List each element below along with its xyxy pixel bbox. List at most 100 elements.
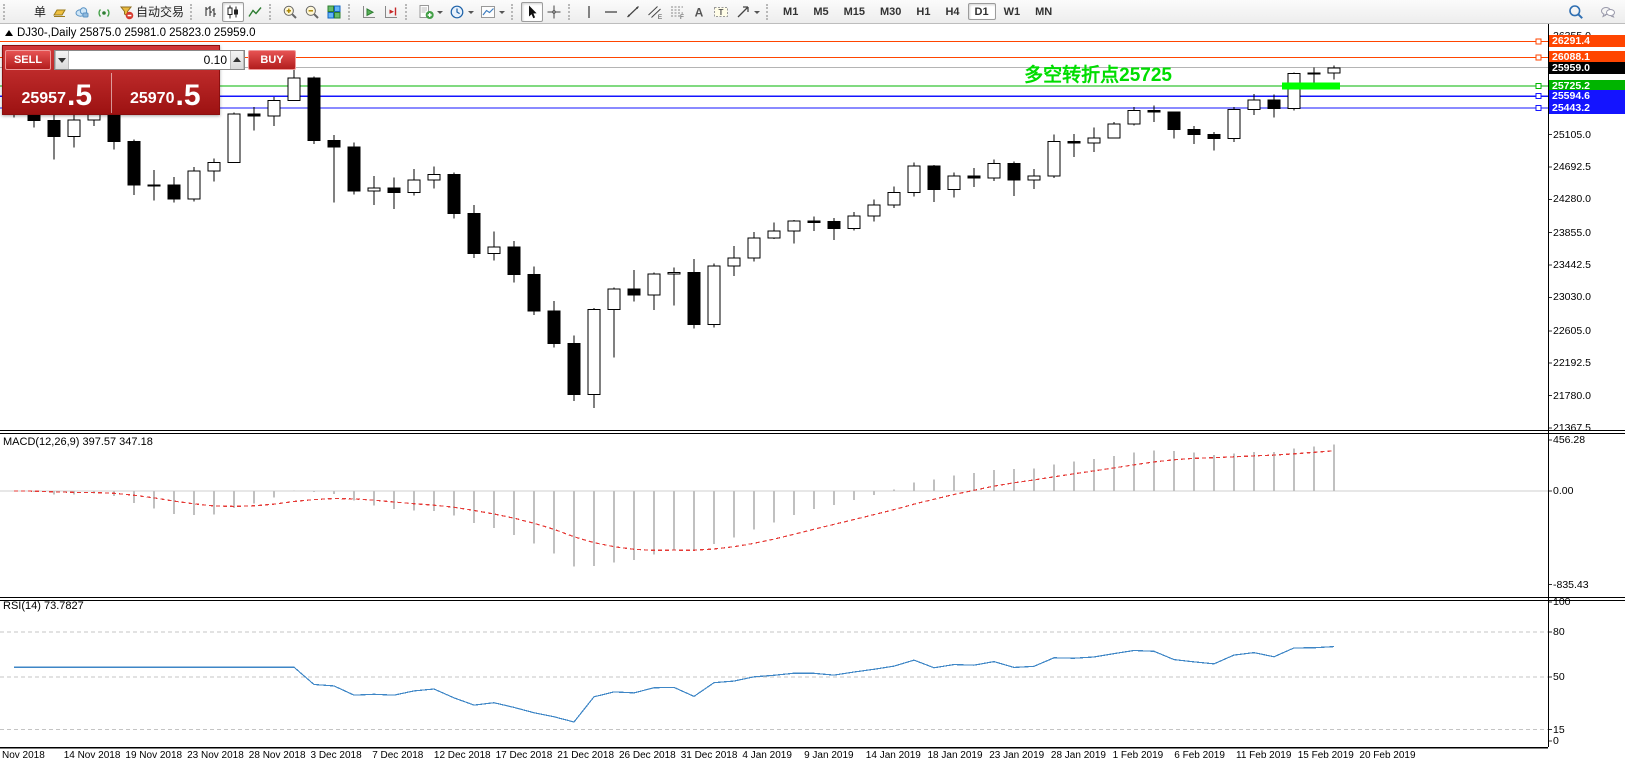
date-tick: 17 Dec 2018: [496, 750, 553, 761]
toolbar-groups: 单 自动交易 EFA T: [0, 2, 763, 22]
chart-canvas[interactable]: [0, 0, 1625, 781]
zoom-out-button[interactable]: [301, 2, 323, 22]
zoom-in-button[interactable]: [279, 2, 301, 22]
chart-shift-icon: [383, 4, 399, 20]
toolbar-button-label: 自动交易: [136, 3, 184, 20]
date-tick: 20 Feb 2019: [1359, 750, 1415, 761]
price-line-label: 25443.2: [1549, 102, 1625, 114]
timeframe-mn[interactable]: MN: [1028, 3, 1059, 20]
text-button[interactable]: A: [688, 2, 710, 22]
timeframe-m30[interactable]: M30: [873, 3, 908, 20]
volume-increase-button[interactable]: [230, 51, 244, 69]
price-tick: 23442.5: [1553, 259, 1591, 271]
auto-scroll-button[interactable]: [358, 2, 380, 22]
svg-text:A: A: [695, 5, 704, 19]
date-tick: 11 Feb 2019: [1236, 750, 1291, 761]
search-button[interactable]: [1565, 2, 1587, 22]
text-icon: A: [691, 4, 707, 20]
date-tick: 4 Jan 2019: [742, 750, 792, 761]
price-line-label: 26291.4: [1549, 35, 1625, 47]
volume-input[interactable]: [69, 51, 230, 69]
price-tick: 23030.0: [1553, 291, 1591, 303]
current-price-label: 25959.0: [1549, 62, 1625, 74]
fibonacci-button[interactable]: F: [666, 2, 688, 22]
auto-scroll-icon: [361, 4, 377, 20]
date-tick: 14 Jan 2019: [866, 750, 921, 761]
timeframe-h4[interactable]: H4: [938, 3, 966, 20]
crosshair-button[interactable]: [543, 2, 565, 22]
chat-button[interactable]: [1597, 2, 1619, 22]
vertical-line-button[interactable]: [578, 2, 600, 22]
toolbar-grip: [766, 4, 772, 20]
equidistant-channel-button[interactable]: E: [644, 2, 666, 22]
date-tick: 1 Feb 2019: [1113, 750, 1164, 761]
sell-button[interactable]: SELL: [5, 50, 51, 70]
timeframe-m15[interactable]: M15: [837, 3, 872, 20]
timeframe-m5[interactable]: M5: [806, 3, 835, 20]
cursor-icon: [524, 4, 540, 20]
tile-windows-icon: [326, 4, 342, 20]
cursor-button[interactable]: [521, 2, 543, 22]
toolbar-grip: [269, 4, 275, 20]
timeframe-h1[interactable]: H1: [909, 3, 937, 20]
arrow-up-icon: [233, 53, 241, 62]
price-tick: 24280.0: [1553, 193, 1591, 205]
gold-icon: [52, 4, 68, 20]
date-tick: 28 Nov 2018: [249, 750, 306, 761]
line-chart-button[interactable]: [244, 2, 266, 22]
timeframe-d1[interactable]: D1: [968, 3, 996, 20]
sell-price-int: 25957: [21, 87, 66, 111]
sell-price: 25957.5: [3, 72, 111, 114]
trendline-icon: [625, 4, 641, 20]
buy-price: 25970.5: [112, 72, 220, 114]
chart-shift-button[interactable]: [380, 2, 402, 22]
toolbar-grip: [190, 4, 196, 20]
autotrading-button[interactable]: 自动交易: [115, 2, 187, 22]
collapse-panel-arrow-icon[interactable]: [5, 30, 13, 36]
trendline-button[interactable]: [622, 2, 644, 22]
date-tick: 6 Feb 2019: [1174, 750, 1225, 761]
toolbar-grip: [348, 4, 354, 20]
signal-icon: [96, 4, 112, 20]
cloud-button[interactable]: [71, 2, 93, 22]
templates-button[interactable]: [477, 2, 508, 22]
periods-button[interactable]: [446, 2, 477, 22]
new-order-button[interactable]: 单: [13, 2, 49, 22]
buy-button[interactable]: BUY: [248, 50, 296, 70]
signals-button[interactable]: [93, 2, 115, 22]
timeframe-m1[interactable]: M1: [776, 3, 805, 20]
date-tick: 14 Nov 2018: [64, 750, 121, 761]
svg-text:T: T: [719, 7, 724, 16]
buy-price-dec: .5: [175, 81, 200, 111]
volume-decrease-button[interactable]: [55, 51, 69, 69]
tile-windows-button[interactable]: [323, 2, 345, 22]
rsi-label: RSI(14) 73.7827: [3, 600, 84, 612]
indicators-icon: [418, 4, 434, 20]
indicators-button[interactable]: [415, 2, 446, 22]
date-tick: 21 Dec 2018: [557, 750, 614, 761]
vertical-line-icon: [581, 4, 597, 20]
date-tick: 18 Jan 2019: [928, 750, 983, 761]
horizontal-line-button[interactable]: [600, 2, 622, 22]
bar-chart-button[interactable]: [200, 2, 222, 22]
date-tick: 31 Dec 2018: [681, 750, 738, 761]
chevron-down-icon: [499, 11, 505, 17]
timeframe-w1[interactable]: W1: [997, 3, 1028, 20]
toolbar: 单 自动交易 EFA T M1M5M15M30H1H4D1W1MN: [0, 0, 1625, 24]
price-tick: 25105.0: [1553, 129, 1591, 141]
text-label-button[interactable]: T: [710, 2, 732, 22]
arrow-down-icon: [58, 58, 66, 67]
arrow-shapes-button[interactable]: [732, 2, 763, 22]
deposit-button[interactable]: [49, 2, 71, 22]
macd-tick: 456.28: [1553, 434, 1585, 446]
fibonacci-icon: F: [669, 4, 685, 20]
chevron-down-icon: [437, 11, 443, 17]
date-tick: 23 Nov 2018: [187, 750, 244, 761]
candlestick-chart-button[interactable]: [222, 2, 244, 22]
toolbar-grip: [405, 4, 411, 20]
price-tick: 21367.5: [1553, 422, 1591, 434]
timeframe-toolbar: M1M5M15M30H1H4D1W1MN: [776, 3, 1059, 20]
toolbar-grip: [568, 4, 574, 20]
toolbar-right: [1565, 0, 1619, 23]
price-tick: 21780.0: [1553, 390, 1591, 402]
